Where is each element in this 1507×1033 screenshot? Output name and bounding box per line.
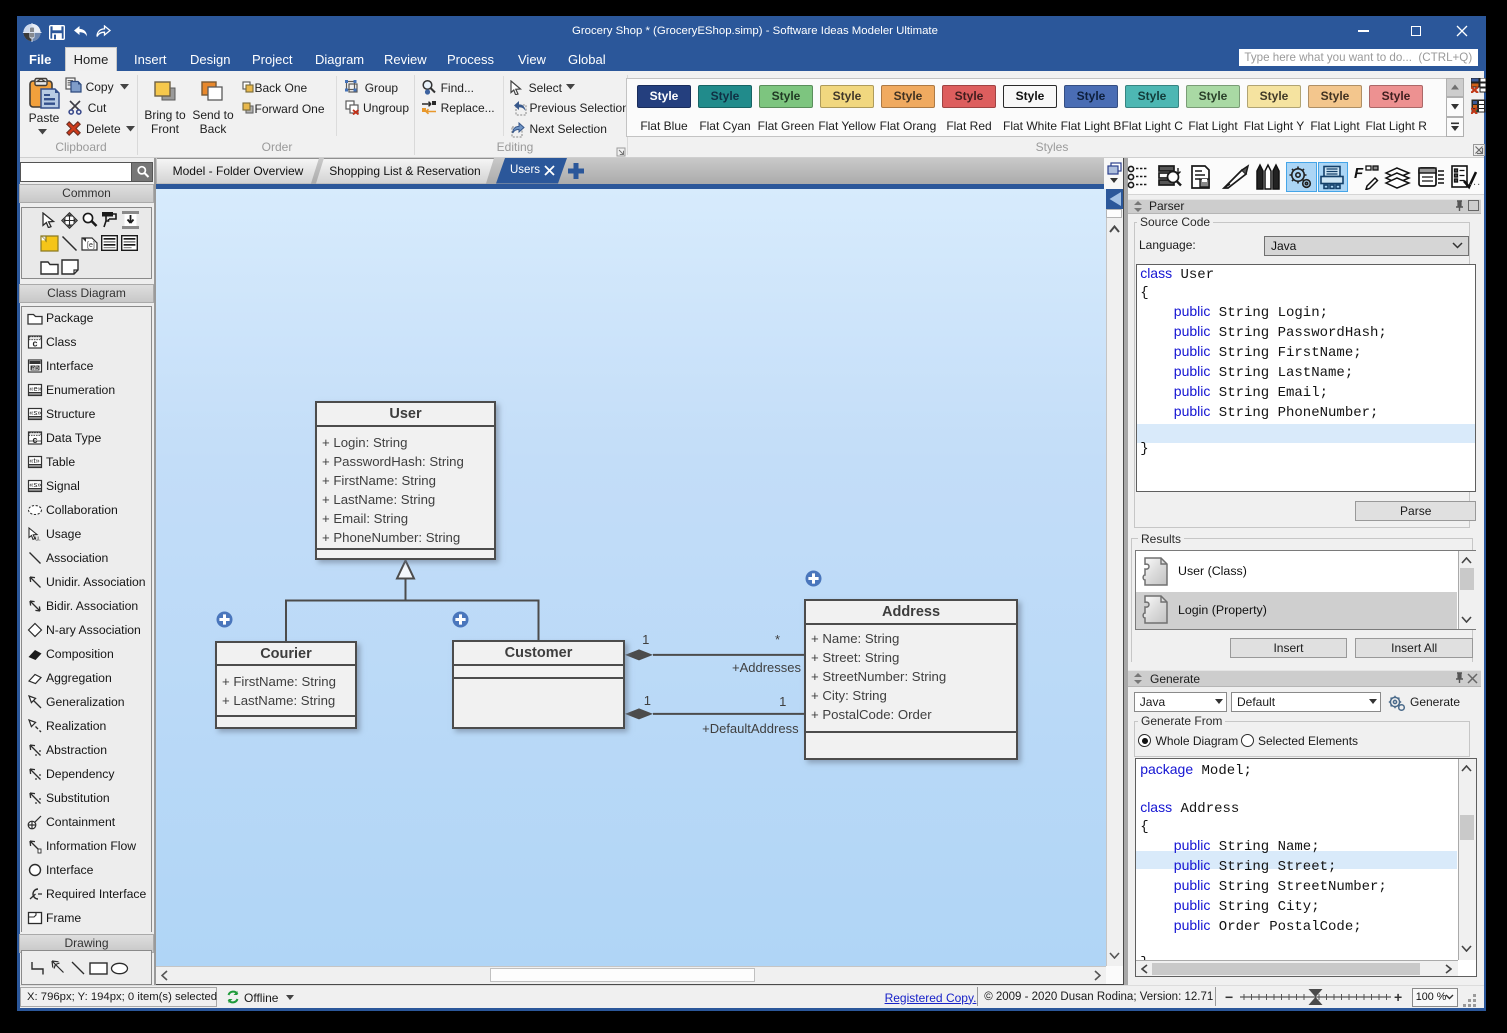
svg-text:[e]: [e] [87, 242, 95, 249]
svg-text:«e»: «e» [29, 384, 42, 393]
svg-text:c: c [33, 435, 38, 445]
svg-text:c: c [33, 339, 38, 349]
svg-text:u.: u. [35, 536, 41, 543]
svg-text:«t»: «t» [29, 456, 39, 465]
svg-text:F: F [1354, 165, 1364, 182]
svg-text:«s»: «s» [29, 480, 41, 489]
svg-text:«s»: «s» [29, 408, 41, 417]
svg-text:ab: ab [32, 365, 40, 372]
